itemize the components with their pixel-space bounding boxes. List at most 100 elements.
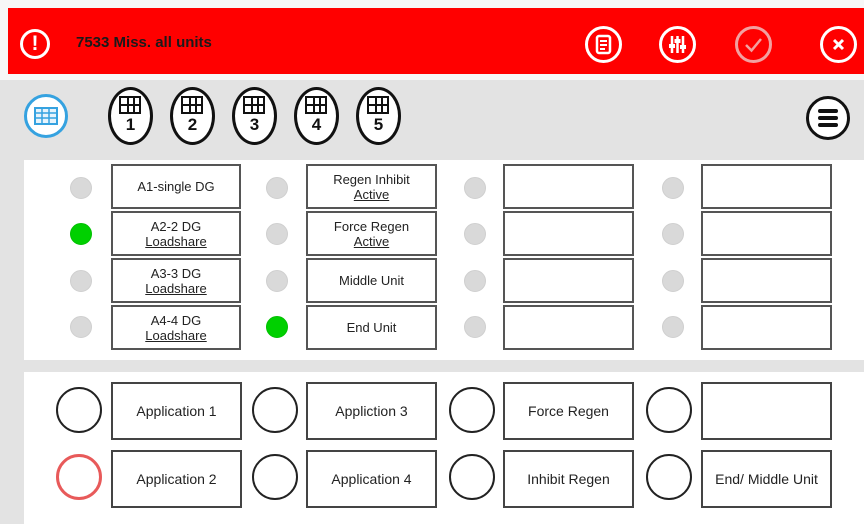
page-1-button[interactable]: 1 bbox=[108, 87, 153, 147]
alert-icon: ! bbox=[20, 29, 50, 59]
page-number: 3 bbox=[249, 115, 260, 134]
page-number: 2 bbox=[187, 115, 198, 134]
grid-icon bbox=[243, 96, 265, 114]
grid-view-button[interactable] bbox=[24, 94, 68, 138]
indicator-a3-loadshare: A3-3 DG Loadshare bbox=[111, 258, 241, 303]
page-4-button[interactable]: 4 bbox=[294, 87, 339, 147]
acknowledge-button[interactable] bbox=[735, 26, 772, 63]
button-label: Application 4 bbox=[331, 471, 412, 487]
indicator-label: Loadshare bbox=[145, 327, 207, 343]
indicator-label: Loadshare bbox=[145, 233, 207, 249]
indicator-label: A1-single DG bbox=[137, 178, 215, 194]
indicator-middle-unit: Middle Unit bbox=[306, 258, 437, 303]
indicator-label: A2-2 DG bbox=[150, 218, 202, 234]
button-label: Application 2 bbox=[136, 471, 217, 487]
inhibit-regen-button[interactable]: Inhibit Regen bbox=[503, 450, 634, 508]
grid-icon bbox=[181, 96, 203, 114]
menu-icon-bar bbox=[818, 123, 838, 127]
indicator-label: Force Regen bbox=[333, 218, 410, 234]
indicator-empty bbox=[503, 164, 634, 209]
indicator-empty bbox=[701, 164, 832, 209]
status-led bbox=[266, 270, 288, 292]
status-led bbox=[662, 177, 684, 199]
indicator-label: Loadshare bbox=[145, 280, 207, 296]
status-led bbox=[662, 270, 684, 292]
status-led bbox=[464, 177, 486, 199]
page-2-button[interactable]: 2 bbox=[170, 87, 215, 147]
status-led bbox=[70, 316, 92, 338]
indicator-empty bbox=[701, 211, 832, 256]
indicator-label: Active bbox=[353, 186, 390, 202]
indicator-label: Middle Unit bbox=[338, 272, 405, 288]
menu-button[interactable] bbox=[806, 96, 850, 140]
button-label: Inhibit Regen bbox=[527, 471, 610, 487]
status-led bbox=[662, 316, 684, 338]
document-icon bbox=[595, 34, 612, 55]
status-led bbox=[464, 223, 486, 245]
document-button[interactable] bbox=[585, 26, 622, 63]
toggle-application-4[interactable] bbox=[252, 454, 298, 500]
application-3-button[interactable]: Appliction 3 bbox=[306, 382, 437, 440]
indicator-empty bbox=[701, 305, 832, 350]
button-label: Appliction 3 bbox=[335, 403, 408, 419]
button-label: Application 1 bbox=[136, 403, 217, 419]
check-icon bbox=[745, 38, 762, 53]
page-3-button[interactable]: 3 bbox=[232, 87, 277, 147]
indicator-label: Active bbox=[353, 233, 390, 249]
application-1-button[interactable]: Application 1 bbox=[111, 382, 242, 440]
indicator-label: Regen Inhibit bbox=[333, 171, 410, 187]
status-led bbox=[70, 270, 92, 292]
grid-icon bbox=[367, 96, 389, 114]
toggle-force-regen[interactable] bbox=[449, 387, 495, 433]
status-led bbox=[464, 270, 486, 292]
indicator-a1-single-dg: A1-single DG bbox=[111, 164, 241, 209]
close-icon bbox=[832, 38, 845, 51]
end-middle-unit-button[interactable]: End/ Middle Unit bbox=[701, 450, 832, 508]
status-led bbox=[266, 223, 288, 245]
force-regen-button[interactable]: Force Regen bbox=[503, 382, 634, 440]
menu-icon bbox=[818, 109, 838, 113]
indicator-empty bbox=[701, 258, 832, 303]
toggle-empty[interactable] bbox=[646, 387, 692, 433]
alarm-bar: ! 7533 Miss. all units bbox=[8, 8, 864, 74]
indicator-label: A4-4 DG bbox=[150, 312, 202, 328]
indicator-label: End Unit bbox=[346, 319, 397, 335]
grid-icon bbox=[34, 107, 58, 125]
settings-sliders-button[interactable] bbox=[659, 26, 696, 63]
indicator-empty bbox=[503, 258, 634, 303]
indicator-a2-loadshare: A2-2 DG Loadshare bbox=[111, 211, 241, 256]
page-5-button[interactable]: 5 bbox=[356, 87, 401, 147]
alarm-message: 7533 Miss. all units bbox=[76, 34, 212, 51]
application-4-button[interactable]: Application 4 bbox=[306, 450, 437, 508]
panel-gutter bbox=[0, 160, 24, 360]
indicator-empty bbox=[503, 305, 634, 350]
menu-icon-bar bbox=[818, 116, 838, 120]
toggle-inhibit-regen[interactable] bbox=[449, 454, 495, 500]
page-number: 5 bbox=[373, 115, 384, 134]
indicator-force-regen: Force Regen Active bbox=[306, 211, 437, 256]
indicator-empty bbox=[503, 211, 634, 256]
indicator-regen-inhibit: Regen Inhibit Active bbox=[306, 164, 437, 209]
status-led bbox=[266, 177, 288, 199]
toggle-application-2[interactable] bbox=[56, 454, 102, 500]
close-button[interactable] bbox=[820, 26, 857, 63]
panel-separator bbox=[0, 360, 864, 372]
indicator-label: A3-3 DG bbox=[150, 265, 202, 281]
application-2-button[interactable]: Application 2 bbox=[111, 450, 242, 508]
indicator-end-unit: End Unit bbox=[306, 305, 437, 350]
button-label: Force Regen bbox=[528, 403, 609, 419]
status-led bbox=[464, 316, 486, 338]
grid-icon bbox=[119, 96, 141, 114]
toggle-application-1[interactable] bbox=[56, 387, 102, 433]
empty-control-button[interactable] bbox=[701, 382, 832, 440]
page-number: 1 bbox=[125, 115, 136, 134]
status-led bbox=[70, 223, 92, 245]
page-number: 4 bbox=[311, 115, 322, 134]
status-led bbox=[70, 177, 92, 199]
toggle-application-3[interactable] bbox=[252, 387, 298, 433]
status-led bbox=[266, 316, 288, 338]
toggle-end-middle-unit[interactable] bbox=[646, 454, 692, 500]
button-label: End/ Middle Unit bbox=[715, 471, 818, 487]
panel-gutter bbox=[0, 372, 24, 524]
grid-icon bbox=[305, 96, 327, 114]
